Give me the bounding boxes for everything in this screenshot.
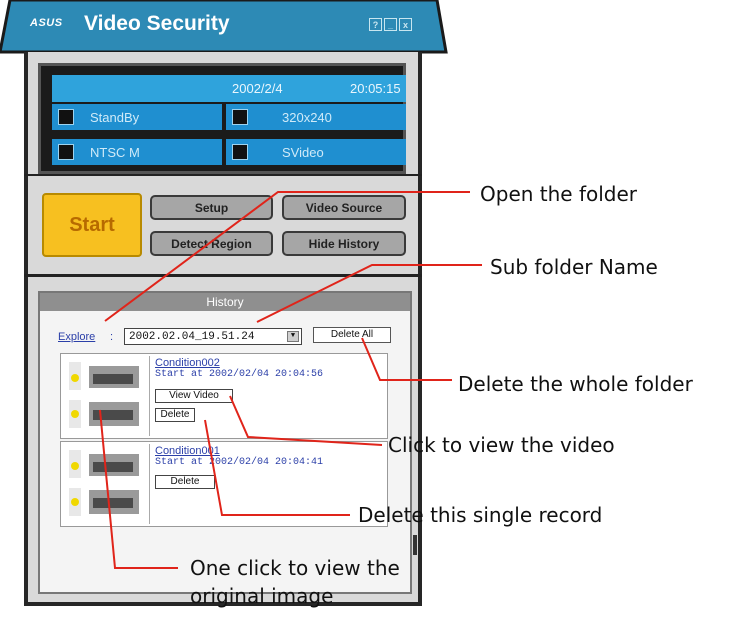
callout-view-image-line2: original image	[190, 584, 334, 608]
callout-line-view-video	[229, 395, 383, 446]
callout-line-sub-folder	[256, 264, 482, 323]
callout-lines	[99, 191, 482, 569]
callout-line-open-folder	[104, 191, 470, 322]
callout-sub-folder: Sub folder Name	[490, 255, 658, 279]
callout-line-delete-folder	[361, 337, 452, 381]
callout-line-view-image	[99, 409, 178, 569]
callout-view-video: Click to view the video	[388, 433, 615, 457]
callout-view-image-line1: One click to view the	[190, 556, 400, 580]
callout-open-folder: Open the folder	[480, 182, 638, 206]
callout-line-delete-record	[204, 419, 350, 516]
callout-delete-record: Delete this single record	[358, 503, 603, 527]
callout-delete-folder: Delete the whole folder	[458, 372, 693, 396]
